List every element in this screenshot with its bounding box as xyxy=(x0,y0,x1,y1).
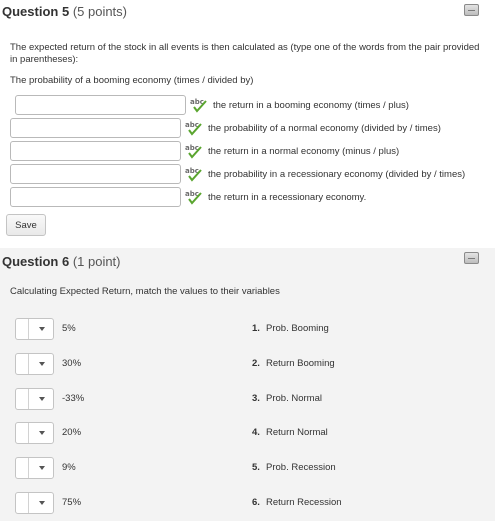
spellcheck-icon[interactable]: abc xyxy=(185,189,203,205)
spellcheck-icon[interactable]: abc xyxy=(185,166,203,182)
variable-number-3: 3. xyxy=(252,393,260,404)
variable-label-2: Return Booming xyxy=(266,358,335,369)
segment-text-1: the return in a booming economy (times /… xyxy=(213,100,409,111)
variable-number-2: 2. xyxy=(252,358,260,369)
variable-label-6: Return Recession xyxy=(266,497,342,508)
save-button[interactable]: Save xyxy=(6,214,46,236)
variable-label-1: Prob. Booming xyxy=(266,323,329,334)
variable-number-5: 5. xyxy=(252,462,260,473)
match-dropdown-3[interactable] xyxy=(15,388,54,410)
question-5-panel: Question 5 (5 points) The expected retur… xyxy=(0,0,495,248)
spellcheck-icon[interactable]: abc xyxy=(185,143,203,159)
blank-input-3[interactable] xyxy=(10,141,181,161)
variable-number-4: 4. xyxy=(252,427,260,438)
question-6-label: Question 6 xyxy=(2,254,70,269)
segment-text-3: the return in a normal economy (minus / … xyxy=(208,146,400,157)
blank-input-4[interactable] xyxy=(10,164,181,184)
match-value-2: 30% xyxy=(62,358,82,369)
variable-label-3: Prob. Normal xyxy=(266,393,322,404)
variable-number-6: 6. xyxy=(252,497,260,508)
match-value-1: 5% xyxy=(62,323,76,334)
question-5-title: Question 5 (5 points) xyxy=(2,4,127,19)
match-dropdown-2[interactable] xyxy=(15,353,54,375)
dropdown-divider xyxy=(28,493,29,513)
blank-input-2[interactable] xyxy=(10,118,181,138)
match-value-4: 20% xyxy=(62,427,82,438)
match-value-6: 75% xyxy=(62,497,82,508)
chevron-down-icon xyxy=(39,466,45,470)
chevron-down-icon xyxy=(39,501,45,505)
segment-text-4: the probability in a recessionary econom… xyxy=(208,169,466,180)
question-6-title: Question 6 (1 point) xyxy=(2,254,121,269)
spellcheck-icon[interactable]: abc xyxy=(190,97,208,113)
segment-text-5: the return in a recessionary economy. xyxy=(208,192,367,203)
chevron-down-icon xyxy=(39,362,45,366)
question-5-prompt: The expected return of the stock in all … xyxy=(10,42,480,65)
dropdown-divider xyxy=(28,354,29,374)
segment-text-2: the probability of a normal economy (div… xyxy=(208,123,441,134)
blank-input-1[interactable] xyxy=(15,95,186,115)
dropdown-divider xyxy=(28,423,29,443)
question-5-label: Question 5 xyxy=(2,4,70,19)
dropdown-divider xyxy=(28,319,29,339)
match-value-5: 9% xyxy=(62,462,76,473)
chevron-down-icon xyxy=(39,431,45,435)
variable-label-4: Return Normal xyxy=(266,427,328,438)
question-5-intro-text: The probability of a booming economy (ti… xyxy=(10,75,254,86)
chevron-down-icon xyxy=(39,397,45,401)
variable-label-5: Prob. Recession xyxy=(266,462,336,473)
chevron-down-icon xyxy=(39,327,45,331)
dropdown-divider xyxy=(28,389,29,409)
question-6-prompt: Calculating Expected Return, match the v… xyxy=(10,286,280,297)
match-dropdown-1[interactable] xyxy=(15,318,54,340)
question-6-panel: Question 6 (1 point) Calculating Expecte… xyxy=(0,248,495,521)
match-dropdown-5[interactable] xyxy=(15,457,54,479)
match-dropdown-6[interactable] xyxy=(15,492,54,514)
match-value-3: -33% xyxy=(62,393,85,404)
question-6-points: (1 point) xyxy=(72,254,121,269)
match-dropdown-4[interactable] xyxy=(15,422,54,444)
bookmark-flag-icon[interactable] xyxy=(464,252,479,264)
blank-input-5[interactable] xyxy=(10,187,181,207)
variable-number-1: 1. xyxy=(252,323,260,334)
bookmark-flag-icon[interactable] xyxy=(464,4,479,16)
spellcheck-icon[interactable]: abc xyxy=(185,120,203,136)
question-5-points: (5 points) xyxy=(72,4,128,19)
dropdown-divider xyxy=(28,458,29,478)
